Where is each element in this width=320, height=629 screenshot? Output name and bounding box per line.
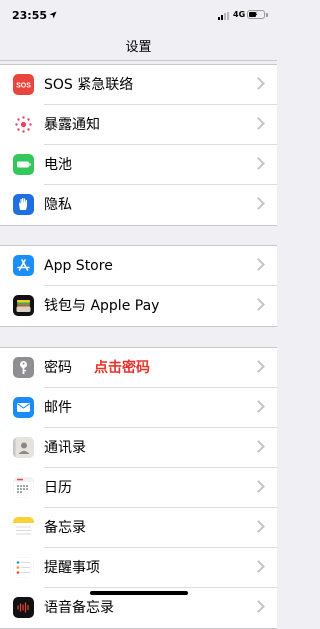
sidebar-item-notes[interactable]: 备忘录 [0,508,277,548]
chevron-right-icon [252,600,265,613]
location-arrow-icon [49,11,57,19]
chevron-right-icon [252,157,265,170]
home-indicator[interactable] [90,591,188,595]
chevron-right-icon [252,560,265,573]
sidebar-item-privacy[interactable]: 隐私 [0,185,277,225]
hand-icon [13,194,34,215]
row-label: 日历 [44,480,72,496]
status-time: 23:55 [12,9,48,22]
chevron-right-icon [252,400,265,413]
chevron-right-icon [252,480,265,493]
chevron-right-icon [252,440,265,453]
row-label: 提醒事项 [44,560,100,576]
nav-divider [0,60,277,61]
row-label: SOS 紧急联络 [44,77,134,93]
row-label: 备忘录 [44,520,86,536]
chevron-right-icon [252,360,265,373]
reminders-icon [13,557,34,578]
battery-icon [13,154,34,175]
chevron-right-icon [252,77,265,90]
sidebar-item-wallet-apple-pay[interactable]: 钱包与 Apple Pay [0,286,277,326]
sidebar-item-mail[interactable]: 邮件 [0,388,277,428]
row-label: 邮件 [44,400,72,416]
settings-group-3: 密码 点击密码 邮件 通讯录 日历 备忘录 提醒事项 语音备忘录 [0,347,277,629]
notes-icon [13,517,34,538]
sidebar-item-emergency-sos[interactable]: SOS SOS 紧急联络 [0,65,277,105]
row-label: 暴露通知 [44,117,100,133]
settings-group-2: App Store 钱包与 Apple Pay [0,245,277,327]
row-label: 隐私 [44,197,72,213]
sos-icon: SOS [13,74,34,95]
battery-status-icon: ⚡ [247,10,265,19]
sidebar-item-contacts[interactable]: 通讯录 [0,428,277,468]
mail-icon [13,397,34,418]
voice-memos-icon [13,597,34,618]
app-store-icon [13,255,34,276]
calendar-icon [13,477,34,498]
row-label: 通讯录 [44,440,86,456]
settings-group-1: SOS SOS 紧急联络 暴露通知 电池 隐私 [0,64,277,226]
sidebar-item-exposure-notifications[interactable]: 暴露通知 [0,105,277,145]
chevron-right-icon [252,520,265,533]
row-label: 钱包与 Apple Pay [44,298,160,314]
row-label: 电池 [44,157,72,173]
row-label: 语音备忘录 [44,600,114,616]
chevron-right-icon [252,298,265,311]
cellular-signal-icon [218,12,229,20]
sidebar-item-battery[interactable]: 电池 [0,145,277,185]
key-icon [13,357,34,378]
wallet-icon [13,295,34,316]
page-title: 设置 [125,40,152,55]
sidebar-item-app-store[interactable]: App Store [0,246,277,286]
chevron-right-icon [252,117,265,130]
click-passwords-annotation: 点击密码 [94,360,150,376]
exposure-notification-icon [13,114,34,135]
contacts-icon [13,437,34,458]
chevron-right-icon [252,258,265,271]
network-type: 4G [233,10,246,19]
sidebar-item-calendar[interactable]: 日历 [0,468,277,508]
chevron-right-icon [252,197,265,210]
svg-text:SOS: SOS [16,83,31,90]
row-label: 密码 [44,360,72,376]
sidebar-item-reminders[interactable]: 提醒事项 [0,548,277,588]
sidebar-item-passwords[interactable]: 密码 点击密码 [0,348,277,388]
status-bar: 23:55 4G ⚡ [0,0,277,30]
row-label: App Store [44,258,113,274]
